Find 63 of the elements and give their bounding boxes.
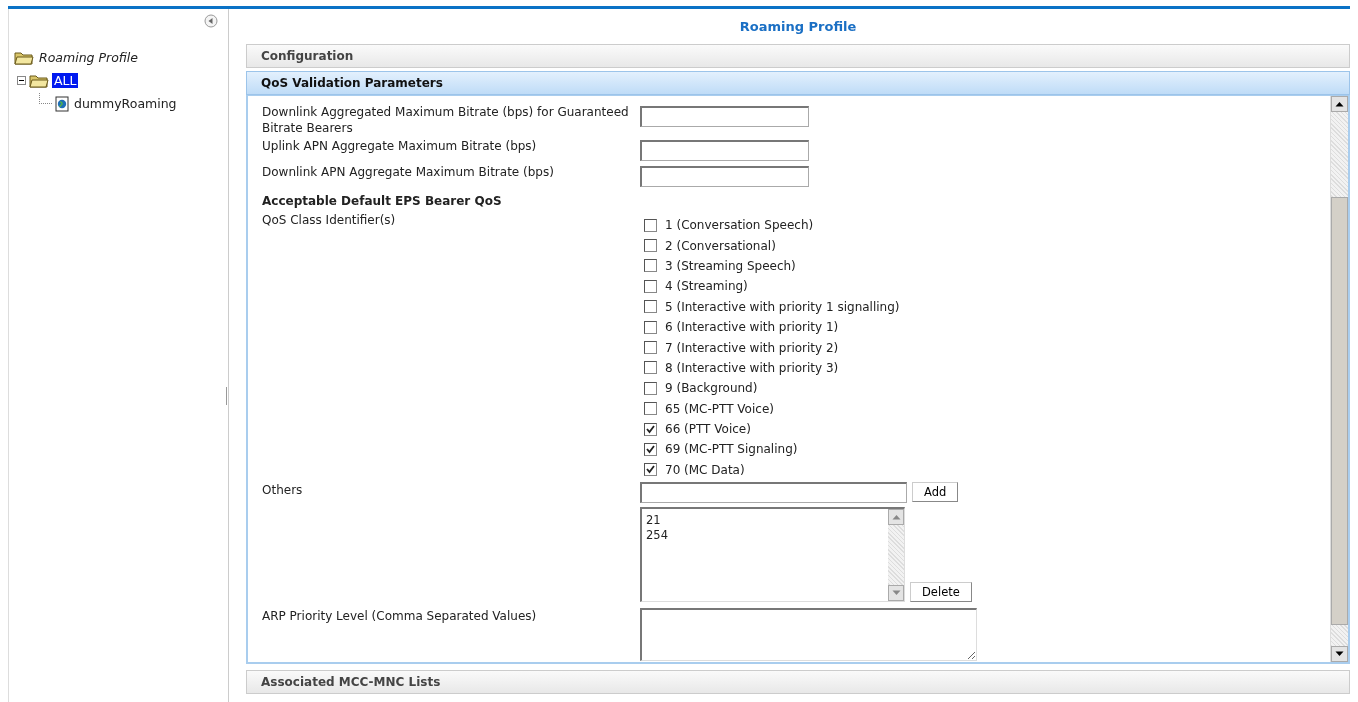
checkbox[interactable] bbox=[644, 422, 657, 436]
list-box[interactable]: 21 254 bbox=[640, 507, 905, 603]
checkbox[interactable] bbox=[644, 443, 657, 456]
scroll-up-button[interactable] bbox=[1331, 96, 1348, 112]
checkbox-label: 66 (PTT Voice) bbox=[665, 422, 751, 437]
down-triangle-icon bbox=[1335, 651, 1344, 657]
down-triangle-icon bbox=[891, 590, 901, 597]
section-header[interactable]: Configuration bbox=[246, 44, 1350, 68]
field-label: Uplink APN Aggregate Maximum Bitrate (bps) bbox=[262, 138, 538, 154]
checkbox[interactable] bbox=[644, 300, 657, 314]
folder-icon bbox=[29, 73, 49, 88]
tree-item[interactable]: dummyRoaming bbox=[72, 96, 179, 111]
scroll-down-button[interactable] bbox=[1331, 646, 1348, 662]
input-field[interactable] bbox=[640, 106, 809, 127]
checkbox-label: 8 (Interactive with priority 3) bbox=[665, 360, 839, 375]
checkbox[interactable] bbox=[644, 279, 657, 293]
field-label: Downlink APN Aggregate Maximum Bitrate (bps) bbox=[262, 164, 555, 180]
up-triangle-icon bbox=[891, 514, 901, 521]
input-field[interactable] bbox=[640, 140, 809, 161]
field-label: QoS Class Identifier(s) bbox=[262, 212, 397, 228]
checkbox[interactable] bbox=[644, 381, 657, 395]
tree-item[interactable]: Roaming Profile bbox=[37, 50, 141, 65]
section-header[interactable]: QoS Validation Parameters bbox=[246, 71, 1350, 95]
text-area[interactable] bbox=[640, 608, 977, 662]
up-triangle-icon bbox=[1335, 101, 1344, 107]
checkbox[interactable] bbox=[644, 239, 657, 253]
collapse-panel-icon[interactable] bbox=[204, 14, 218, 28]
checkbox[interactable] bbox=[644, 361, 657, 375]
checkbox-label: 6 (Interactive with priority 1) bbox=[665, 320, 839, 335]
folder-icon bbox=[14, 50, 34, 65]
checkbox[interactable] bbox=[644, 402, 657, 416]
add-button[interactable]: Add bbox=[912, 482, 959, 503]
list-item[interactable]: 21 bbox=[646, 513, 884, 529]
checkbox-label: 9 (Background) bbox=[665, 381, 758, 396]
subheading: Acceptable Default EPS Bearer QoS bbox=[262, 194, 503, 208]
collapse-toggle-icon[interactable] bbox=[17, 76, 26, 85]
checkbox[interactable] bbox=[644, 218, 657, 232]
input-field[interactable] bbox=[640, 482, 907, 504]
section-header[interactable]: Associated MCC-MNC Lists bbox=[246, 670, 1350, 694]
scrollbar[interactable] bbox=[1330, 96, 1348, 662]
checkbox-label: 1 (Conversation Speech) bbox=[665, 218, 814, 233]
field-label: Downlink Aggregated Maximum Bitrate (bps) for Guaranteed Bitrate Bearers bbox=[262, 104, 630, 136]
field-label: ARP Priority Level (Comma Separated Values) bbox=[262, 608, 538, 625]
checkbox-label: 2 (Conversational) bbox=[665, 238, 776, 253]
globe-document-icon bbox=[55, 95, 69, 112]
field-label: Others bbox=[262, 482, 304, 499]
delete-button[interactable]: Delete bbox=[910, 582, 972, 603]
checkbox-label: 65 (MC-PTT Voice) bbox=[665, 401, 774, 416]
input-field[interactable] bbox=[640, 166, 809, 187]
checkbox-label: 3 (Streaming Speech) bbox=[665, 258, 796, 273]
page-title: Roaming Profile bbox=[738, 18, 858, 36]
checkbox-label: 69 (MC-PTT Signaling) bbox=[665, 442, 798, 457]
checkbox-label: 5 (Interactive with priority 1 signalling) bbox=[665, 299, 900, 314]
splitter-handle[interactable] bbox=[226, 387, 227, 405]
checkbox[interactable] bbox=[644, 259, 657, 273]
checkbox[interactable] bbox=[644, 320, 657, 334]
checkbox[interactable] bbox=[644, 341, 657, 355]
list-item[interactable]: 254 bbox=[646, 528, 884, 544]
tree-item[interactable]: ALL bbox=[52, 73, 79, 88]
checkbox-label: 7 (Interactive with priority 2) bbox=[665, 340, 839, 355]
checkbox-label: 70 (MC Data) bbox=[665, 462, 745, 477]
checkbox-label: 4 (Streaming) bbox=[665, 279, 748, 294]
checkbox[interactable] bbox=[644, 463, 657, 477]
